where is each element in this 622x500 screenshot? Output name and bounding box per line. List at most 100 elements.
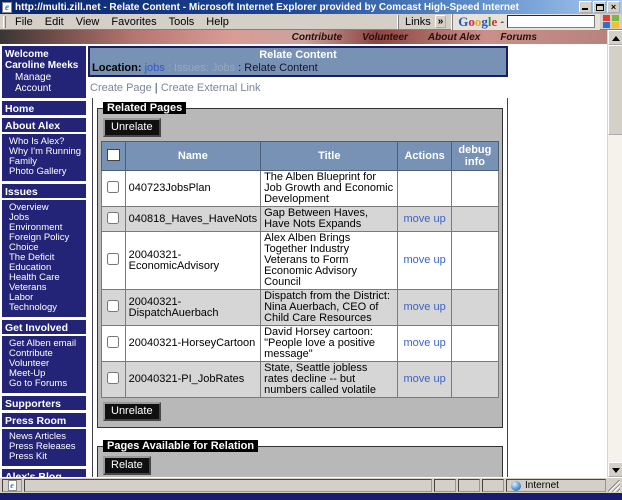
resize-grip[interactable] bbox=[608, 479, 620, 492]
sidebar-link-press-releases[interactable]: Press Releases bbox=[9, 442, 84, 452]
row-name: 040723JobsPlan bbox=[124, 170, 262, 207]
row-checkbox[interactable] bbox=[107, 336, 120, 348]
sidebar-item-supporters[interactable]: Supporters bbox=[2, 396, 86, 410]
menu-edit[interactable]: Edit bbox=[39, 15, 70, 29]
location-path-dim: Issues: Jobs bbox=[173, 62, 236, 74]
welcome-label: Welcome bbox=[5, 49, 49, 60]
toolbar-grip[interactable] bbox=[3, 15, 6, 28]
sidebar-link-volunteer[interactable]: Volunteer bbox=[9, 359, 84, 369]
create-external-link[interactable]: Create External Link bbox=[161, 82, 261, 94]
links-toolbar[interactable]: Links » bbox=[398, 14, 452, 29]
sidebar-link-veterans[interactable]: Veterans bbox=[9, 283, 84, 293]
sidebar-link-education[interactable]: Education bbox=[9, 263, 84, 273]
sidebar-item-get-involved[interactable]: Get Involved bbox=[2, 320, 86, 334]
chevron-expand-icon[interactable]: » bbox=[434, 15, 447, 28]
sidebar-link-jobs[interactable]: Jobs bbox=[9, 213, 84, 223]
scroll-up-button[interactable] bbox=[608, 30, 622, 45]
checkbox-icon[interactable] bbox=[106, 148, 120, 161]
site-banner: Contribute Volunteer About Alex Forums bbox=[0, 30, 607, 44]
google-search-input[interactable] bbox=[507, 15, 595, 28]
sidebar-link-go-to-forums[interactable]: Go to Forums bbox=[9, 379, 84, 389]
sidebar-item-about-alex[interactable]: About Alex bbox=[2, 118, 86, 132]
sidebar-section-issues: Issues Overview Jobs Environment Foreign… bbox=[2, 184, 86, 317]
sidebar-link-health-care[interactable]: Health Care bbox=[9, 273, 84, 283]
status-page-panel: e bbox=[2, 479, 22, 492]
relate-button[interactable]: Relate bbox=[103, 456, 151, 475]
manage-account-link[interactable]: Manage Account bbox=[5, 72, 83, 94]
create-page-link[interactable]: Create Page bbox=[90, 82, 152, 94]
row-checkbox[interactable] bbox=[107, 253, 120, 265]
vertical-scrollbar[interactable] bbox=[607, 30, 622, 477]
menu-bar: File Edit View Favorites Tools Help Link… bbox=[0, 13, 622, 30]
close-button[interactable]: × bbox=[607, 1, 620, 13]
sidebar-link-why-im-running[interactable]: Why I'm Running bbox=[9, 147, 84, 157]
status-bar: e Internet bbox=[0, 477, 622, 493]
banner-nav-contribute[interactable]: Contribute bbox=[292, 32, 343, 43]
scroll-down-button[interactable] bbox=[608, 462, 622, 477]
sidebar-link-press-kit[interactable]: Press Kit bbox=[9, 452, 84, 462]
unrelate-button-top[interactable]: Unrelate bbox=[103, 118, 161, 137]
sidebar-link-the-deficit[interactable]: The Deficit bbox=[9, 253, 84, 263]
sidebar-link-choice[interactable]: Choice bbox=[9, 243, 84, 253]
unrelate-button-bottom[interactable]: Unrelate bbox=[103, 402, 161, 421]
sidebar-link-environment[interactable]: Environment bbox=[9, 223, 84, 233]
sidebar-item-issues[interactable]: Issues bbox=[2, 184, 86, 198]
sidebar-link-news-articles[interactable]: News Articles bbox=[9, 432, 84, 442]
row-checkbox[interactable] bbox=[107, 181, 120, 193]
sidebar-link-get-alben-email[interactable]: Get Alben email bbox=[9, 339, 84, 349]
row-title: State, Seattle jobless rates decline -- … bbox=[260, 361, 399, 398]
sidebar-link-contribute[interactable]: Contribute bbox=[9, 349, 84, 359]
page-header-bar: Relate Content Location: jobs : Issues: … bbox=[88, 46, 508, 77]
relation-frame: Related Pages Unrelate Name Title Action… bbox=[92, 98, 508, 477]
sidebar-link-photo-gallery[interactable]: Photo Gallery bbox=[9, 167, 84, 177]
menu-file[interactable]: File bbox=[9, 15, 39, 29]
select-all-header[interactable] bbox=[101, 141, 126, 171]
banner-nav-about-alex[interactable]: About Alex bbox=[428, 32, 480, 43]
google-dropdown-icon[interactable]: - bbox=[500, 16, 504, 28]
window-title: http://multi.zill.net - Relate Content -… bbox=[15, 1, 519, 13]
menu-view[interactable]: View bbox=[70, 15, 106, 29]
move-up-link[interactable]: move up bbox=[404, 213, 446, 225]
banner-nav-volunteer[interactable]: Volunteer bbox=[362, 32, 408, 43]
row-checkbox[interactable] bbox=[107, 300, 120, 312]
ie-page-icon: e bbox=[2, 1, 12, 13]
sidebar-item-press-room[interactable]: Press Room bbox=[2, 413, 86, 427]
links-label: Links bbox=[405, 15, 431, 28]
sidebar-item-alexs-blog[interactable]: Alex's Blog bbox=[2, 469, 86, 477]
status-panel bbox=[482, 479, 504, 492]
sidebar-link-overview[interactable]: Overview bbox=[9, 203, 84, 213]
row-checkbox[interactable] bbox=[107, 211, 120, 224]
sidebar: Welcome Caroline Meeks Manage Account Ho… bbox=[2, 46, 86, 477]
sidebar-item-home[interactable]: Home bbox=[2, 101, 86, 115]
google-logo[interactable]: Google bbox=[458, 14, 497, 30]
maximize-button[interactable] bbox=[593, 1, 606, 13]
row-checkbox[interactable] bbox=[107, 372, 120, 384]
available-pages-fieldset: Pages Available for Relation Relate ▲Nam… bbox=[97, 440, 503, 477]
sidebar-section-get-involved: Get Involved Get Alben email Contribute … bbox=[2, 320, 86, 393]
sidebar-link-labor[interactable]: Labor bbox=[9, 293, 84, 303]
location-jobs-link[interactable]: jobs bbox=[145, 62, 165, 74]
move-up-link[interactable]: move up bbox=[404, 301, 446, 313]
sidebar-link-family[interactable]: Family bbox=[9, 157, 84, 167]
sidebar-link-technology[interactable]: Technology bbox=[9, 303, 84, 313]
table-row: 20040321-PI_JobRates State, Seattle jobl… bbox=[101, 361, 500, 398]
row-title: The Alben Blueprint for Job Growth and E… bbox=[260, 170, 399, 207]
row-debug bbox=[450, 361, 500, 398]
menu-help[interactable]: Help bbox=[200, 15, 235, 29]
move-up-link[interactable]: move up bbox=[404, 373, 446, 385]
sidebar-link-meet-up[interactable]: Meet-Up bbox=[9, 369, 84, 379]
scrollbar-thumb[interactable] bbox=[608, 45, 622, 135]
menu-tools[interactable]: Tools bbox=[163, 15, 201, 29]
location-current: Relate Content bbox=[244, 62, 318, 74]
minimize-button[interactable] bbox=[579, 1, 592, 13]
globe-icon bbox=[511, 480, 521, 491]
title-bar: e http://multi.zill.net - Relate Content… bbox=[0, 0, 622, 14]
sidebar-link-who-is-alex[interactable]: Who Is Alex? bbox=[9, 137, 84, 147]
move-up-link[interactable]: move up bbox=[404, 337, 446, 349]
banner-nav-forums[interactable]: Forums bbox=[500, 32, 537, 43]
row-name: 20040321-EconomicAdvisory bbox=[124, 231, 262, 290]
menu-favorites[interactable]: Favorites bbox=[105, 15, 162, 29]
welcome-box: Welcome Caroline Meeks Manage Account bbox=[2, 46, 86, 98]
move-up-link[interactable]: move up bbox=[404, 254, 446, 266]
sidebar-link-foreign-policy[interactable]: Foreign Policy bbox=[9, 233, 84, 243]
